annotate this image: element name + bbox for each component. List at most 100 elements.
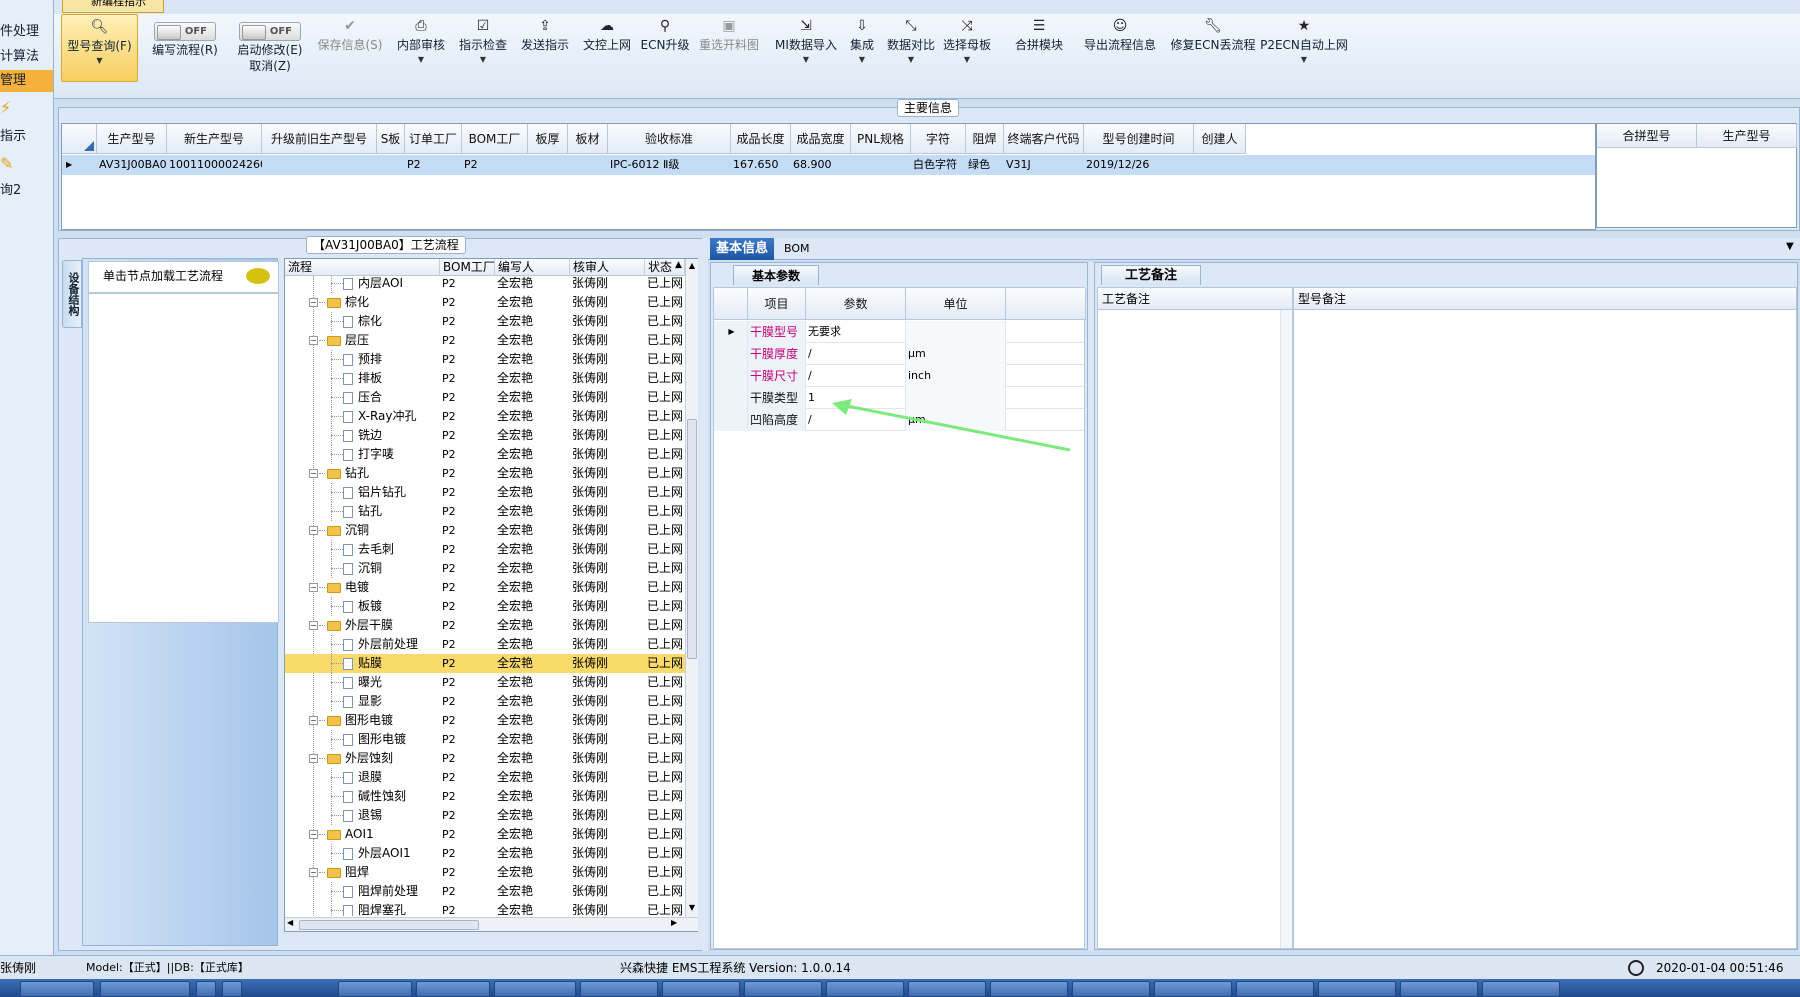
tree-col-header-2[interactable]: 编写人 (495, 259, 570, 276)
scroll-right-icon[interactable]: ▶ (671, 918, 677, 927)
toggle-switch[interactable]: OFF (154, 22, 216, 41)
param-value[interactable]: / (806, 343, 906, 365)
taskbar-button[interactable] (580, 981, 658, 997)
col-header-4[interactable]: 订单工厂 (405, 124, 462, 154)
tree-col-header-1[interactable]: BOM工厂 (440, 259, 495, 276)
tree-row[interactable]: − 外层干膜 P2 全宏艳 张俦刚 已上网 (285, 616, 685, 635)
tree-row[interactable]: 铝片钻孔 P2 全宏艳 张俦刚 已上网 (285, 483, 685, 502)
ecn-upgrade-button[interactable]: ⚲ ECN升级 (640, 14, 690, 84)
taskbar-button[interactable] (416, 981, 490, 997)
col-header-6[interactable]: 板厚 (528, 124, 568, 154)
integrate-button[interactable]: ⇩ 集成 ▼ (844, 14, 880, 84)
tree-row[interactable]: 压合 P2 全宏艳 张俦刚 已上网 (285, 388, 685, 407)
collapse-icon[interactable]: − (309, 469, 318, 478)
col-header-1[interactable]: 新生产型号 (167, 124, 262, 154)
tree-row[interactable]: − 层压 P2 全宏艳 张俦刚 已上网 (285, 331, 685, 350)
export-flow-button[interactable]: ☺ 导出流程信息 (1078, 14, 1162, 84)
data-compare-button[interactable]: ⤡ 数据对比 ▼ (886, 14, 936, 84)
write-flow-toggle[interactable]: OFF 编写流程(R) (142, 14, 228, 84)
process-notes-box[interactable]: 工艺备注 (1097, 287, 1293, 949)
side-tab-equipment[interactable]: 设备结构 (62, 260, 82, 328)
vertical-splitter[interactable] (702, 238, 708, 951)
taskbar-button[interactable] (100, 981, 190, 997)
col-header-14[interactable]: 终端客户代码 (1004, 124, 1084, 154)
tree-row[interactable]: − 钻孔 P2 全宏艳 张俦刚 已上网 (285, 464, 685, 483)
table-row[interactable]: 干膜厚度 / μm (714, 343, 1086, 365)
col-header-3[interactable]: S板 (377, 124, 405, 154)
taskbar-button[interactable] (1236, 981, 1314, 997)
merge-module-button[interactable]: ☰ 合拼模块 (1014, 14, 1064, 84)
tree-row[interactable]: − 沉铜 P2 全宏艳 张俦刚 已上网 (285, 521, 685, 540)
tree-row[interactable]: 内层AOI P2 全宏艳 张俦刚 已上网 (285, 276, 685, 293)
tree-row[interactable]: 阻焊塞孔 P2 全宏艳 张俦刚 已上网 (285, 901, 685, 916)
tab-process-notes[interactable]: 工艺备注 (1101, 265, 1201, 285)
taskbar-button[interactable] (338, 981, 412, 997)
scroll-up-icon[interactable]: ▲ (686, 261, 698, 270)
col-header-unit[interactable]: 单位 (906, 288, 1006, 320)
param-value[interactable]: 无要求 (806, 321, 906, 343)
param-value[interactable]: / (806, 365, 906, 387)
tab-bom[interactable]: BOM (784, 238, 824, 260)
table-row[interactable]: ▶ AV31J00BA0 10011000024260 P2 P2 IPC-6012 Ⅱ级… (62, 155, 1595, 175)
tree-row[interactable]: 阻焊前处理 P2 全宏艳 张俦刚 已上网 (285, 882, 685, 901)
toggle-switch[interactable]: OFF (239, 22, 301, 41)
tree-row[interactable]: 板镀 P2 全宏艳 张俦刚 已上网 (285, 597, 685, 616)
col-header-7[interactable]: 板材 (568, 124, 608, 154)
taskbar-button[interactable] (1072, 981, 1150, 997)
tree-col-header-3[interactable]: 核审人 (570, 259, 645, 276)
table-row[interactable]: ▶ 干膜型号 无要求 (714, 321, 1086, 343)
dropdown-arrow-icon[interactable]: ▼ (1786, 241, 1794, 252)
nav-item-2[interactable]: 管理 (0, 70, 53, 92)
cancel-label[interactable]: 取消(Z) (230, 59, 310, 73)
instruction-check-button[interactable]: ☑ 指示检查 ▼ (454, 14, 512, 84)
taskbar-button[interactable] (494, 981, 576, 997)
taskbar-button[interactable] (662, 981, 740, 997)
taskbar-button[interactable] (1400, 981, 1478, 997)
tree-row[interactable]: − AOI1 P2 全宏艳 张俦刚 已上网 (285, 825, 685, 844)
tree-row[interactable]: 打字唛 P2 全宏艳 张俦刚 已上网 (285, 445, 685, 464)
tree-row[interactable]: 沉铜 P2 全宏艳 张俦刚 已上网 (285, 559, 685, 578)
tree-hscrollbar[interactable]: ◀ ▶ (285, 917, 698, 931)
tree-row[interactable]: 钻孔 P2 全宏艳 张俦刚 已上网 (285, 502, 685, 521)
collapse-icon[interactable]: − (309, 754, 318, 763)
col-header-13[interactable]: 阻焊 (966, 124, 1004, 154)
tree-col-header-0[interactable]: 流程 (285, 259, 440, 276)
scroll-left-icon[interactable]: ◀ (287, 918, 293, 927)
collapse-icon[interactable]: − (309, 868, 318, 877)
taskbar-button[interactable] (908, 981, 986, 997)
col-header-merge-model[interactable]: 合拼型号 (1597, 124, 1697, 148)
col-header-9[interactable]: 成品长度 (731, 124, 791, 154)
tree-row[interactable]: 图形电镀 P2 全宏艳 张俦刚 已上网 (285, 730, 685, 749)
nav-item-0[interactable]: 件处理 (0, 21, 53, 43)
tree-row[interactable]: − 阻焊 P2 全宏艳 张俦刚 已上网 (285, 863, 685, 882)
model-query-button[interactable]: 🔍︎ 型号查询(F) ▼ (61, 14, 138, 82)
tree-hscroll-thumb[interactable] (299, 920, 479, 930)
col-header-12[interactable]: 字符 (911, 124, 966, 154)
tree-row[interactable]: − 电镀 P2 全宏艳 张俦刚 已上网 (285, 578, 685, 597)
taskbar-button[interactable] (744, 981, 822, 997)
select-motherboard-button[interactable]: ⤨ 选择母板 ▼ (942, 14, 992, 84)
save-info-button[interactable]: ✔ 保存信息(S) (312, 14, 388, 84)
collapse-icon[interactable]: − (309, 336, 318, 345)
col-header-2[interactable]: 升级前旧生产型号 (262, 124, 377, 154)
tree-row[interactable]: − 图形电镀 P2 全宏艳 张俦刚 已上网 (285, 711, 685, 730)
p2ecn-online-button[interactable]: ★ P2ECN自动上网 ▼ (1260, 14, 1348, 84)
tree-row[interactable]: X-Ray冲孔 P2 全宏艳 张俦刚 已上网 (285, 407, 685, 426)
col-header-production-model[interactable]: 生产型号 (1697, 124, 1797, 148)
tree-row[interactable]: 外层前处理 P2 全宏艳 张俦刚 已上网 (285, 635, 685, 654)
table-row[interactable]: 干膜尺寸 / inch (714, 365, 1086, 387)
col-header-5[interactable]: BOM工厂 (462, 124, 528, 154)
tree-row[interactable]: 碱性蚀刻 P2 全宏艳 张俦刚 已上网 (285, 787, 685, 806)
taskbar-button[interactable] (1318, 981, 1396, 997)
tree-row[interactable]: 去毛刺 P2 全宏艳 张俦刚 已上网 (285, 540, 685, 559)
tree-row[interactable]: 预排 P2 全宏艳 张俦刚 已上网 (285, 350, 685, 369)
nav-item-4[interactable]: 询2 (0, 180, 53, 202)
col-header-16[interactable]: 创建人 (1194, 124, 1246, 154)
tree-row[interactable]: 排板 P2 全宏艳 张俦刚 已上网 (285, 369, 685, 388)
nav-item-3[interactable]: 指示 (0, 126, 53, 148)
taskbar-button[interactable] (20, 981, 94, 997)
scroll-down-icon[interactable]: ▼ (686, 903, 698, 912)
internal-review-button[interactable]: ⎙ 内部审核 ▼ (392, 14, 450, 84)
collapse-icon[interactable]: − (309, 526, 318, 535)
col-header-10[interactable]: 成品宽度 (791, 124, 851, 154)
